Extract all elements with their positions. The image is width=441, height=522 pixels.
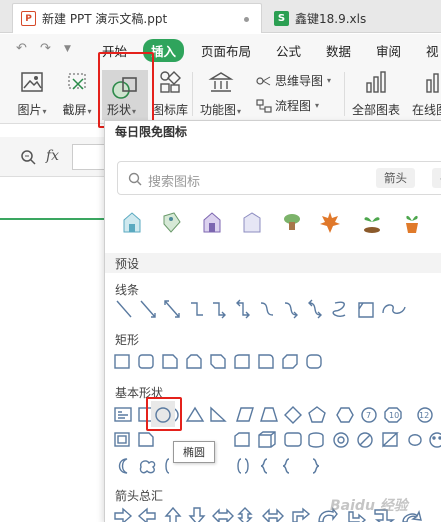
menu-bar: ↶ ↷ ▼ 开始 插入 页面布局 公式 数据 审阅 视图 [0,34,441,78]
screenshot-label: 截屏 [62,103,87,117]
svg-text:7: 7 [366,411,371,420]
tab-ppt-document[interactable]: P 新建 PPT 演示文稿.ppt [12,3,262,33]
mindmap-label: 思维导图 [275,74,324,88]
ribbon-separator [192,72,193,116]
screenshot-button[interactable]: 截屏▾ [62,69,92,118]
rectangle-shapes-row [114,354,322,369]
icon-search-box[interactable]: 搜索图标 箭头 手 [117,161,441,195]
undo-icon[interactable]: ↶ [16,41,27,56]
baidu-watermark: Baidu 经验 [330,498,408,514]
icon-library-button[interactable]: 图标库 [152,69,188,118]
free-icon-sprout[interactable] [361,210,383,236]
mindmap-button[interactable]: 思维导图 ▾ [256,72,331,89]
svg-text:12: 12 [419,411,429,420]
section-arrows: 箭头总汇 [115,489,164,503]
function-chart-button[interactable]: 功能图▾ [200,69,241,118]
flowchart-icon [256,98,272,113]
dropdown-icon[interactable]: ▼ [64,44,71,54]
free-icon-maple-leaf[interactable] [319,210,341,236]
picture-label: 图片 [17,103,42,117]
unsaved-dot-icon[interactable] [244,17,249,22]
line-shapes-row [116,299,406,319]
mindmap-icon [256,76,271,85]
search-placeholder: 搜索图标 [148,175,201,190]
panel-title: 每日限免图标 [115,125,188,139]
all-charts-label: 全部图表 [352,103,401,117]
icon-library-label: 图标库 [152,103,189,117]
shape-dropdown-panel: 每日限免图标 搜索图标 箭头 手 预设 线条 矩形 基本形状 箭头总汇 [104,120,441,522]
ellipse-highlight-box [146,397,182,431]
free-icon-lab[interactable] [241,210,263,236]
search-tag-arrow[interactable]: 箭头 [376,168,415,188]
selection-line [0,218,104,220]
flowchart-button[interactable]: 流程图 ▾ [256,97,319,114]
zoom-icon[interactable] [20,149,36,168]
menu-review[interactable]: 审阅 [376,41,401,60]
line-shape [116,300,132,318]
picture-icon [17,69,47,95]
all-charts-button[interactable]: 全部图表 [352,69,400,118]
free-icon-house[interactable] [121,210,143,236]
online-charts-label: 在线图表 [412,103,441,117]
search-icon [128,172,142,186]
menu-data[interactable]: 数据 [326,41,351,60]
ribbon-separator [344,72,345,116]
basic-shapes-row-3 [118,458,320,474]
fx-icon[interactable]: fx [46,148,59,164]
free-icon-purple-house[interactable] [201,210,223,236]
section-rectangles: 矩形 [115,333,140,347]
svg-text:10: 10 [389,411,399,420]
basic-shapes-row-2 [114,431,441,448]
bar-chart-icon [361,69,391,95]
xls-file-icon: S [274,10,289,26]
free-icon-mushroom[interactable] [281,210,303,236]
preset-header [105,253,441,273]
function-chart-label: 功能图 [200,103,237,117]
tab-label: 新建 PPT 演示文稿.ppt [42,12,168,26]
menu-formula[interactable]: 公式 [276,41,301,60]
section-lines: 线条 [115,283,140,297]
flowchart-label: 流程图 [275,99,312,113]
function-chart-icon [206,69,236,95]
icon-library-icon [155,69,185,95]
redo-icon[interactable]: ↷ [40,41,51,56]
document-tab-bar: P 新建 PPT 演示文稿.ppt S 鑫键18.9.xls [0,0,441,33]
search-tag-hand[interactable]: 手 [432,168,441,188]
picture-button[interactable]: 图片▾ [17,69,47,118]
sheet-area[interactable] [0,178,104,522]
insert-ribbon: 图片▾ 截屏▾ 图标库 功能图▾ 思维导图 ▾ 流程图 ▾ 全部图表 在线 [0,64,441,124]
tab-label: 鑫键18.9.xls [295,11,367,26]
online-charts-button[interactable]: 在线图表 [412,69,441,118]
shape-highlight-box [98,52,154,128]
ppt-file-icon: P [21,11,36,26]
online-chart-icon [421,69,441,95]
tab-xls-document[interactable]: S 鑫键18.9.xls [268,3,441,33]
scissors-icon [62,69,92,95]
ellipse-tooltip: 椭圆 [173,441,215,463]
section-preset: 预设 [115,257,140,271]
free-icon-tag[interactable] [161,210,183,236]
menu-page-layout[interactable]: 页面布局 [201,41,251,60]
free-icon-potted-plant[interactable] [401,210,423,236]
